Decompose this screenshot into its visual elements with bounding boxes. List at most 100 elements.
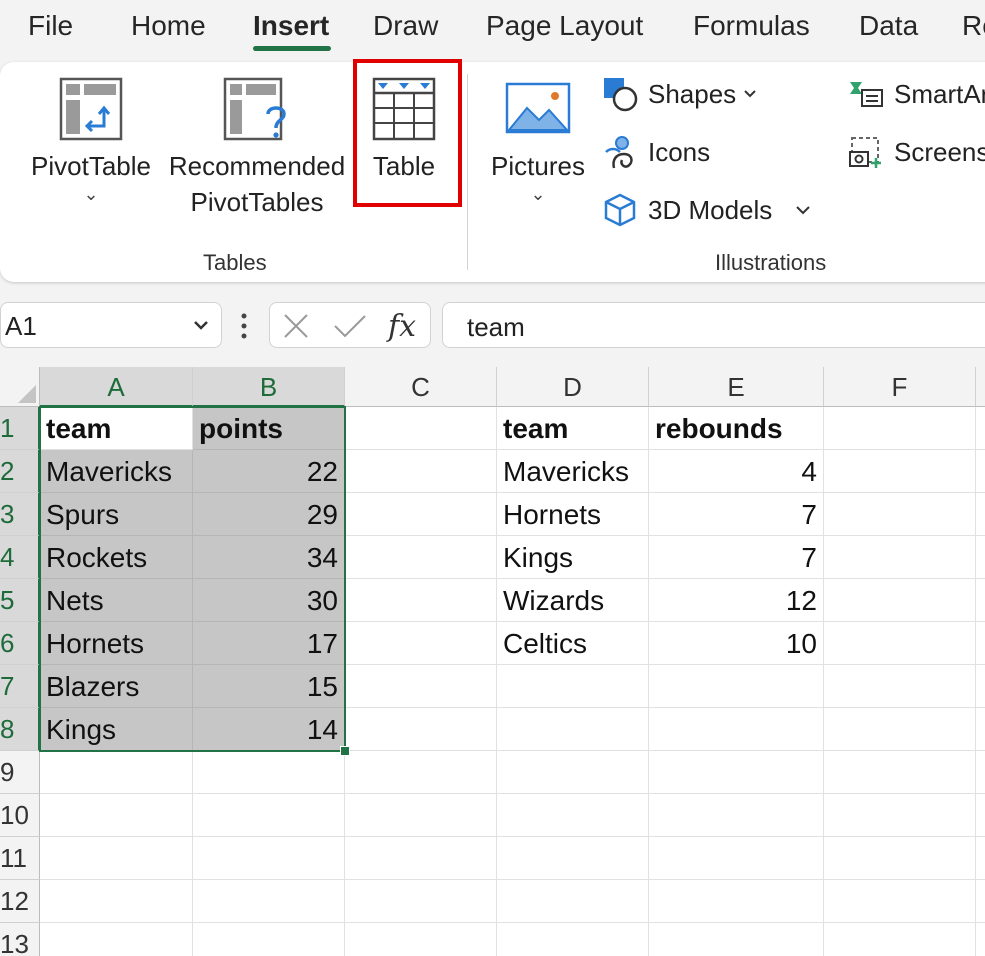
cell-c11[interactable] <box>345 837 497 880</box>
cell-d11[interactable] <box>497 837 649 880</box>
column-header-f[interactable]: F <box>824 367 976 407</box>
cell-b13[interactable] <box>193 923 345 956</box>
row-header-11[interactable]: 11 <box>0 837 40 880</box>
cell-a2[interactable]: Mavericks <box>40 450 193 493</box>
tab-review[interactable]: Re <box>962 10 985 42</box>
cell-f11[interactable] <box>824 837 976 880</box>
cell-b3[interactable]: 29 <box>193 493 345 536</box>
fill-handle[interactable] <box>340 746 350 756</box>
row-header-10[interactable]: 10 <box>0 794 40 837</box>
cell-b5[interactable]: 30 <box>193 579 345 622</box>
cell-f4[interactable] <box>824 536 976 579</box>
cell-d2[interactable]: Mavericks <box>497 450 649 493</box>
row-header-1[interactable]: 1 <box>0 407 40 450</box>
row-header-5[interactable]: 5 <box>0 579 40 622</box>
enter-check-icon[interactable] <box>332 312 368 340</box>
tab-file[interactable]: File <box>28 10 73 42</box>
cell-f13[interactable] <box>824 923 976 956</box>
cell-b6[interactable]: 17 <box>193 622 345 665</box>
cell-e4[interactable]: 7 <box>649 536 824 579</box>
cell-a3[interactable]: Spurs <box>40 493 193 536</box>
cell-g6[interactable] <box>976 622 985 665</box>
cell-f6[interactable] <box>824 622 976 665</box>
cell-g5[interactable] <box>976 579 985 622</box>
cell-c8[interactable] <box>345 708 497 751</box>
cell-c9[interactable] <box>345 751 497 794</box>
column-header-g[interactable] <box>976 367 985 407</box>
cell-g3[interactable] <box>976 493 985 536</box>
cell-d7[interactable] <box>497 665 649 708</box>
cell-g11[interactable] <box>976 837 985 880</box>
name-box[interactable]: A1 <box>0 302 222 348</box>
cell-b1[interactable]: points <box>193 407 345 450</box>
cell-c3[interactable] <box>345 493 497 536</box>
cell-d9[interactable] <box>497 751 649 794</box>
column-header-c[interactable]: C <box>345 367 497 407</box>
row-header-8[interactable]: 8 <box>0 708 40 751</box>
cancel-icon[interactable] <box>282 312 310 340</box>
cell-b7[interactable]: 15 <box>193 665 345 708</box>
tab-data[interactable]: Data <box>859 10 918 42</box>
cell-c2[interactable] <box>345 450 497 493</box>
cell-f9[interactable] <box>824 751 976 794</box>
cell-c12[interactable] <box>345 880 497 923</box>
cell-g7[interactable] <box>976 665 985 708</box>
tab-insert[interactable]: Insert <box>253 10 329 42</box>
cell-d5[interactable]: Wizards <box>497 579 649 622</box>
row-header-3[interactable]: 3 <box>0 493 40 536</box>
cell-e7[interactable] <box>649 665 824 708</box>
cell-g12[interactable] <box>976 880 985 923</box>
cell-f1[interactable] <box>824 407 976 450</box>
cell-a1[interactable]: team <box>40 407 193 450</box>
tab-page-layout[interactable]: Page Layout <box>486 10 643 42</box>
cell-c7[interactable] <box>345 665 497 708</box>
cell-c13[interactable] <box>345 923 497 956</box>
cell-g1[interactable] <box>976 407 985 450</box>
cell-b9[interactable] <box>193 751 345 794</box>
screenshot-button[interactable]: Screensh <box>848 134 985 170</box>
cell-e5[interactable]: 12 <box>649 579 824 622</box>
cell-g13[interactable] <box>976 923 985 956</box>
row-header-9[interactable]: 9 <box>0 751 40 794</box>
shapes-button[interactable]: Shapes <box>602 76 768 112</box>
cell-d1[interactable]: team <box>497 407 649 450</box>
chevron-down-icon[interactable] <box>794 204 812 216</box>
formula-input[interactable]: team <box>442 302 985 348</box>
cell-d12[interactable] <box>497 880 649 923</box>
tab-draw[interactable]: Draw <box>373 10 438 42</box>
cell-f7[interactable] <box>824 665 976 708</box>
chevron-down-icon[interactable] <box>191 315 211 335</box>
cell-e9[interactable] <box>649 751 824 794</box>
cell-a10[interactable] <box>40 794 193 837</box>
column-header-a[interactable]: A <box>40 367 193 407</box>
cell-c10[interactable] <box>345 794 497 837</box>
cell-f3[interactable] <box>824 493 976 536</box>
cell-c4[interactable] <box>345 536 497 579</box>
cell-a5[interactable]: Nets <box>40 579 193 622</box>
pictures-button[interactable]: Pictures ⌄ <box>490 82 586 205</box>
cell-d6[interactable]: Celtics <box>497 622 649 665</box>
cell-g8[interactable] <box>976 708 985 751</box>
cell-e13[interactable] <box>649 923 824 956</box>
tab-home[interactable]: Home <box>131 10 206 42</box>
cell-f2[interactable] <box>824 450 976 493</box>
cell-e12[interactable] <box>649 880 824 923</box>
cell-f5[interactable] <box>824 579 976 622</box>
cell-e8[interactable] <box>649 708 824 751</box>
row-header-7[interactable]: 7 <box>0 665 40 708</box>
cell-g4[interactable] <box>976 536 985 579</box>
cell-a8[interactable]: Kings <box>40 708 193 751</box>
column-header-b[interactable]: B <box>193 367 345 407</box>
cell-e10[interactable] <box>649 794 824 837</box>
column-header-e[interactable]: E <box>649 367 824 407</box>
row-header-2[interactable]: 2 <box>0 450 40 493</box>
cell-b2[interactable]: 22 <box>193 450 345 493</box>
cell-e2[interactable]: 4 <box>649 450 824 493</box>
cell-b12[interactable] <box>193 880 345 923</box>
cell-e11[interactable] <box>649 837 824 880</box>
cell-f8[interactable] <box>824 708 976 751</box>
column-header-d[interactable]: D <box>497 367 649 407</box>
chevron-down-icon[interactable]: ⌄ <box>28 184 154 205</box>
select-all-button[interactable] <box>0 367 40 407</box>
cell-b4[interactable]: 34 <box>193 536 345 579</box>
